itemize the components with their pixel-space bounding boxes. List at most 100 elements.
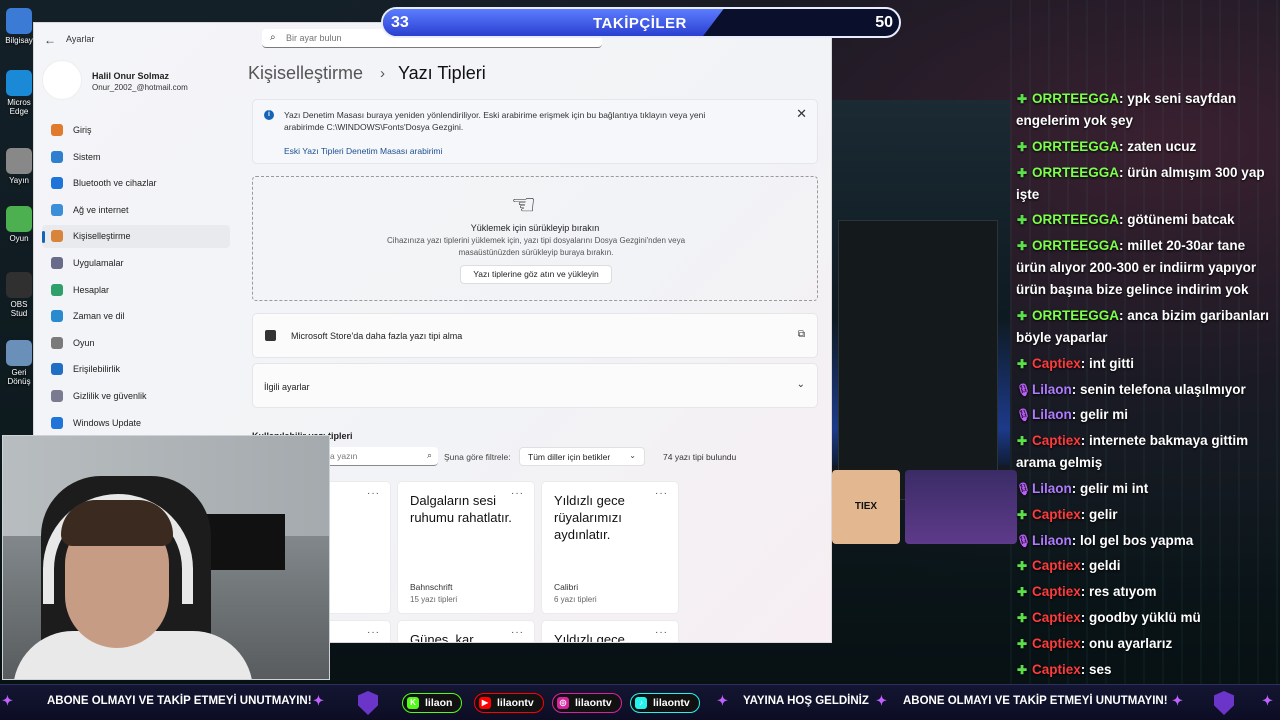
- chat-message: ✚ ORRTEEGGA: zaten ucuz: [1016, 136, 1278, 158]
- font-preview: Yıldızlı gece: [554, 632, 625, 643]
- font-preview: Güneş, kar: [410, 632, 474, 643]
- plus-badge-icon: ✚: [1016, 239, 1028, 254]
- nav-item[interactable]: Hesaplar: [42, 279, 230, 302]
- social-pill[interactable]: ▶ lilaontv: [474, 693, 544, 713]
- page-title: Yazı Tipleri: [398, 63, 486, 83]
- font-card[interactable]: Dalgaların sesi ruhumu rahatlatır. ··· Bah…: [397, 481, 535, 614]
- desktop-shortcut[interactable]: OBS Stud: [3, 272, 35, 318]
- font-card[interactable]: Yıldızlı gece rüyalarımızı aydınlatır. ··…: [541, 481, 679, 614]
- shield-logo-icon: [358, 691, 378, 715]
- legacy-fonts-link[interactable]: Eski Yazı Tipleri Denetim Masası arabiri…: [284, 146, 442, 156]
- desktop-shortcut-label: Bilgisay: [5, 36, 33, 45]
- desktop-shortcut[interactable]: Bilgisay: [3, 8, 35, 45]
- nav-item-label: Ağ ve internet: [73, 204, 129, 215]
- social-pill[interactable]: Klilaon: [402, 693, 463, 713]
- chat-username: Lilaon: [1032, 381, 1072, 397]
- nav-item[interactable]: Kişiselleştirme: [42, 225, 230, 249]
- plus-badge-icon: ✚: [1016, 139, 1028, 154]
- script-filter-dropdown[interactable]: Tüm diller için betikler ⌄: [519, 447, 645, 466]
- font-preview: Yıldızlı gece rüyalarımızı aydınlatır.: [554, 493, 625, 542]
- breadcrumb-separator: ›: [380, 65, 385, 82]
- plus-badge-icon: ✚: [1016, 585, 1028, 600]
- nav-item[interactable]: Bluetooth ve cihazlar: [42, 172, 230, 195]
- social-label: lilaontv: [575, 697, 612, 709]
- user-avatar[interactable]: [42, 60, 82, 100]
- social-icon: K: [407, 697, 419, 709]
- nav-item[interactable]: Uygulamalar: [42, 252, 230, 275]
- chat-username: Captiex: [1032, 355, 1081, 371]
- welcome-text: YAYINA HOŞ GELDİNİZ: [743, 695, 869, 707]
- nav-item[interactable]: Giriş: [42, 119, 230, 142]
- chat-username: Captiex: [1032, 433, 1081, 449]
- more-options-icon[interactable]: ···: [655, 488, 668, 499]
- close-icon[interactable]: ✕: [796, 106, 807, 122]
- nav-item[interactable]: Erişilebilirlik: [42, 358, 230, 381]
- nav-item-label: Erişilebilirlik: [73, 364, 121, 375]
- desktop-shortcut[interactable]: Micros Edge: [3, 70, 35, 116]
- chat-text: : res atıyom: [1080, 584, 1157, 600]
- font-card[interactable]: Yıldızlı gece ···: [541, 620, 679, 643]
- font-card[interactable]: Güneş, kar ···: [397, 620, 535, 643]
- ticker-text-repeat: ABONE OLMAYI VE TAKİP ETMEYİ UNUTMAYIN!: [903, 695, 1168, 707]
- mic-badge-icon: 🎙: [1016, 533, 1032, 548]
- nav-item[interactable]: Gizlilik ve güvenlik: [42, 385, 230, 408]
- chat-text: : ses: [1080, 661, 1112, 677]
- social-label: lilaontv: [653, 697, 690, 709]
- nav-item-label: Hesaplar: [73, 284, 110, 295]
- chat-text: : zaten ucuz: [1119, 138, 1197, 154]
- desktop-shortcut[interactable]: Geri Dönüş: [3, 340, 35, 386]
- external-link-icon: ⧉: [797, 329, 805, 340]
- plus-badge-icon: ✚: [1016, 434, 1028, 449]
- nav-item[interactable]: Windows Update: [42, 412, 230, 435]
- chat-message: ✚ ORRTEEGGA: götünemi batcak: [1016, 209, 1278, 231]
- chat-message: 🎙Lilaon: lol gel bos yapma: [1016, 530, 1278, 552]
- nav-icon: [51, 177, 63, 190]
- font-count: 6 yazı tipleri: [554, 595, 597, 604]
- chat-message: ✚ Captiex: internete bakmaya gittim arama…: [1016, 430, 1278, 474]
- nav-item[interactable]: Sistem: [42, 146, 230, 169]
- more-options-icon[interactable]: ···: [511, 488, 524, 499]
- star-icon: ✦: [1262, 693, 1273, 708]
- store-fonts-row[interactable]: Microsoft Store'da daha fazla yazı tipi …: [252, 313, 818, 358]
- chat-message: ✚ Captiex: goodby yüklü mü: [1016, 607, 1278, 629]
- breadcrumb-parent[interactable]: Kişiselleştirme: [248, 63, 363, 84]
- more-options-icon[interactable]: ···: [367, 488, 380, 499]
- desktop-shortcut-label: Geri Dönüş: [7, 368, 31, 386]
- nav-item-label: Bluetooth ve cihazlar: [73, 178, 157, 189]
- desktop-shortcut[interactable]: Yayın: [3, 148, 35, 185]
- nav-item[interactable]: Ağ ve internet: [42, 199, 230, 222]
- social-pill[interactable]: ◎ lilaontv: [552, 693, 622, 713]
- chat-username: Lilaon: [1032, 407, 1072, 423]
- plus-badge-icon: ✚: [1016, 213, 1028, 228]
- chat-message: 🎙Lilaon: gelir mi: [1016, 404, 1278, 426]
- more-options-icon[interactable]: ···: [511, 627, 524, 638]
- chat-text: : senin telefona ulaşılmıyor: [1071, 381, 1246, 397]
- nav-icon: [51, 124, 63, 136]
- font-drop-zone[interactable]: ☜ Yüklemek için sürükleyip bırakın Cihaz…: [252, 176, 818, 301]
- desktop-shortcut[interactable]: Oyun: [3, 206, 35, 243]
- nav-item[interactable]: Oyun: [42, 332, 230, 355]
- more-options-icon[interactable]: ···: [367, 627, 380, 638]
- chat-message: ✚ Captiex: int gitti: [1016, 353, 1278, 375]
- nav-item[interactable]: Zaman ve dil: [42, 305, 230, 328]
- chat-message: ✚ ORRTEEGGA: ypk seni sayfdan engelerim y…: [1016, 88, 1278, 132]
- info-banner: i Yazı Denetim Masası buraya yeniden yön…: [252, 99, 818, 164]
- chat-message: ✚ ORRTEEGGA: anca bizim garibanları böyle…: [1016, 305, 1278, 349]
- drop-zone-subtitle: Cihazınıza yazı tiplerini yüklemek için,…: [386, 236, 686, 257]
- social-pill[interactable]: ♪ lilaontv: [630, 693, 700, 713]
- chat-message: ✚ ORRTEEGGA: millet 20-30ar tane ürün alı…: [1016, 235, 1278, 301]
- back-arrow-icon[interactable]: ←: [44, 33, 56, 47]
- social-label: lilaon: [425, 697, 453, 709]
- app-title: Ayarlar: [66, 34, 95, 44]
- desktop-shortcut-label: Yayın: [9, 176, 29, 185]
- chat-message: ✚ Captiex: res atıyom: [1016, 581, 1278, 603]
- plus-badge-icon: ✚: [1016, 636, 1028, 651]
- chat-username: ORRTEEGGA: [1032, 212, 1120, 228]
- related-settings-row[interactable]: İlgili ayarlar ⌄: [252, 363, 818, 408]
- more-options-icon[interactable]: ···: [655, 627, 668, 638]
- nav-icon: [51, 150, 63, 163]
- chat-message: 🎙Lilaon: gelir mi int: [1016, 478, 1278, 500]
- browse-install-button[interactable]: Yazı tiplerine göz atın ve yükleyin: [460, 265, 612, 284]
- store-icon: [265, 330, 276, 341]
- nav-icon: [51, 257, 63, 269]
